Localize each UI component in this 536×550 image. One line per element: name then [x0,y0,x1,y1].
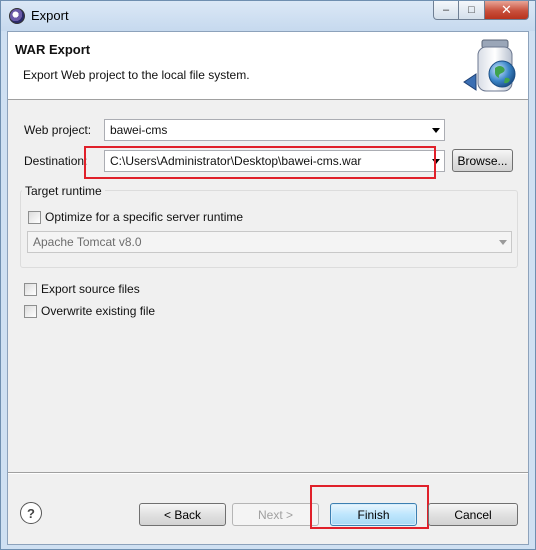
help-button[interactable]: ? [20,502,42,524]
dialog-client-area: WAR Export Export Web project to the loc… [7,31,529,545]
chevron-down-icon[interactable] [432,128,440,133]
destination-value: C:\Users\Administrator\Desktop\bawei-cms… [110,154,362,168]
overwrite-checkbox-row[interactable]: Overwrite existing file [24,304,155,318]
runtime-select-value: Apache Tomcat v8.0 [33,235,142,249]
web-project-value: bawei-cms [110,123,168,137]
wizard-title: WAR Export [15,42,91,57]
help-icon: ? [27,505,35,521]
minimize-icon: – [442,4,450,16]
close-button[interactable]: ✕ [485,1,529,20]
close-icon: ✕ [501,2,512,17]
export-source-checkbox-row[interactable]: Export source files [24,282,140,296]
web-project-label: Web project: [24,123,92,137]
war-export-jar-globe-icon [463,39,516,92]
title-bar[interactable]: Export – □ ✕ [1,1,535,31]
maximize-button[interactable]: □ [459,1,485,20]
footer-separator [8,472,528,474]
optimize-runtime-checkbox-row[interactable]: Optimize for a specific server runtime [28,210,243,224]
cancel-button[interactable]: Cancel [428,503,518,526]
target-runtime-title: Target runtime [22,184,105,198]
wizard-header-banner: WAR Export Export Web project to the loc… [8,32,528,100]
overwrite-label: Overwrite existing file [41,304,156,318]
finish-button[interactable]: Finish [330,503,417,526]
minimize-button[interactable]: – [433,1,459,20]
overwrite-checkbox[interactable] [24,304,37,318]
back-button[interactable]: < Back [139,503,226,526]
window-title: Export [31,8,69,23]
browse-button[interactable]: Browse... [452,149,513,172]
chevron-down-icon [499,240,507,245]
destination-combo[interactable]: C:\Users\Administrator\Desktop\bawei-cms… [104,150,445,172]
optimize-runtime-label: Optimize for a specific server runtime [45,210,244,224]
destination-label: Destination: [24,154,88,168]
export-dialog-window: Export – □ ✕ WAR Export Export Web proje… [0,0,536,550]
runtime-select: Apache Tomcat v8.0 [27,231,512,253]
next-button: Next > [232,503,319,526]
chevron-down-icon[interactable] [432,159,440,164]
target-runtime-group [20,190,518,268]
export-source-checkbox[interactable] [24,282,37,296]
export-source-label: Export source files [41,282,140,296]
maximize-icon: □ [468,4,475,16]
window-controls: – □ ✕ [433,1,529,21]
eclipse-app-icon [9,8,25,24]
web-project-combo[interactable]: bawei-cms [104,119,445,141]
optimize-runtime-checkbox[interactable] [28,210,41,224]
wizard-description: Export Web project to the local file sys… [23,68,250,82]
